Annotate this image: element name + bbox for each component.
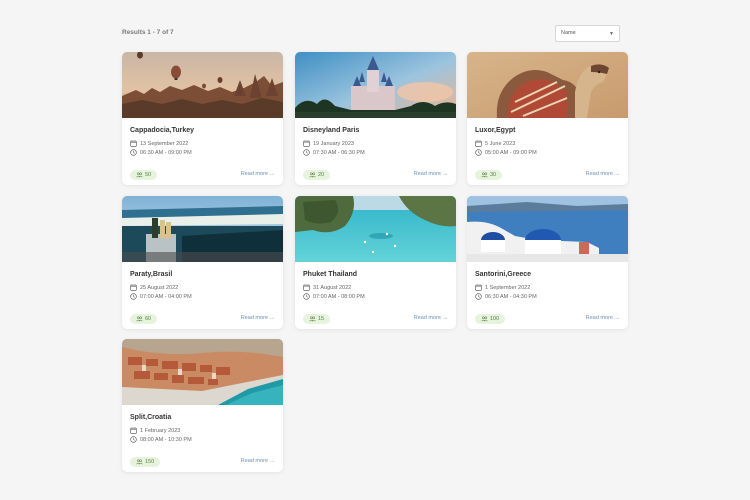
tour-date: 31 August 2022 [303,284,351,291]
tour-title[interactable]: Luxor,Egypt [475,127,515,134]
capacity-badge: 100 [475,314,506,324]
results-toolbar: Results 1 - 7 of 7 Name ▼ [122,25,628,42]
tour-date: 25 August 2022 [130,284,178,291]
read-more-link[interactable]: Read more → [586,171,620,177]
read-more-link[interactable]: Read more → [414,171,448,177]
calendar-icon [130,427,137,434]
capacity-value: 150 [145,459,155,465]
capacity-badge: 50 [130,170,158,180]
capacity-badge: 60 [130,314,158,324]
tour-date: 5 June 2023 [475,140,515,147]
calendar-icon [303,284,310,291]
users-icon [481,172,488,178]
tour-date: 1 February 2023 [130,427,180,434]
tour-date-text: 1 September 2022 [485,284,531,291]
read-more-link[interactable]: Read more → [414,315,448,321]
calendar-icon [475,140,482,147]
tour-time-text: 07:00 AM - 08:00 PM [313,293,365,300]
tour-card-phuket-thailand[interactable]: Phuket Thailand 31 August 2022 07:00 AM … [295,196,456,329]
tour-time: 06:30 AM - 04:30 PM [475,293,537,300]
users-icon [481,316,488,322]
capacity-badge: 15 [303,314,331,324]
tour-title[interactable]: Paraty,Brasil [130,271,172,278]
tour-date: 19 January 2023 [303,140,354,147]
tour-time: 08:00 AM - 10:30 PM [130,436,192,443]
tour-title[interactable]: Cappadocia,Turkey [130,127,194,134]
tour-card-cappadocia[interactable]: Cappadocia,Turkey 13 September 2022 06:3… [122,52,283,185]
tour-photo[interactable] [122,339,283,405]
read-more-link[interactable]: Read more → [586,315,620,321]
clock-icon [130,149,137,156]
tour-title[interactable]: Disneyland Paris [303,127,359,134]
tour-photo[interactable] [295,196,456,262]
tour-date: 13 September 2022 [130,140,188,147]
tour-time: 07:30 AM - 06:30 PM [303,149,365,156]
results-count: Results 1 - 7 of 7 [122,29,174,36]
tour-card-santorini-greece[interactable]: Santorini,Greece 1 September 2022 06:30 … [467,196,628,329]
tour-title[interactable]: Phuket Thailand [303,271,357,278]
tour-time: 06:30 AM - 09:00 PM [130,149,192,156]
clock-icon [303,149,310,156]
chevron-down-icon: ▼ [609,31,614,37]
clock-icon [475,149,482,156]
capacity-badge: 20 [303,170,331,180]
clock-icon [303,293,310,300]
users-icon [309,172,316,178]
clock-icon [130,293,137,300]
tour-time-text: 07:30 AM - 06:30 PM [313,149,365,156]
sort-select[interactable]: Name ▼ [555,25,620,42]
tour-photo[interactable] [467,196,628,262]
tour-time-text: 05:00 AM - 09:00 PM [485,149,537,156]
calendar-icon [475,284,482,291]
capacity-value: 20 [318,172,325,178]
users-icon [309,316,316,322]
users-icon [136,459,143,465]
capacity-value: 100 [490,316,500,322]
capacity-value: 15 [318,316,325,322]
tour-title[interactable]: Santorini,Greece [475,271,531,278]
read-more-link[interactable]: Read more → [241,171,275,177]
capacity-value: 50 [145,172,152,178]
calendar-icon [130,140,137,147]
tour-date: 1 September 2022 [475,284,530,291]
tour-card-paraty-brasil[interactable]: Paraty,Brasil 25 August 2022 07:00 AM - … [122,196,283,329]
tour-time: 07:00 AM - 08:00 PM [303,293,365,300]
tour-photo[interactable] [295,52,456,118]
tour-time: 05:00 AM - 09:00 PM [475,149,537,156]
clock-icon [130,436,137,443]
tour-date-text: 1 February 2023 [140,427,181,434]
tour-time-text: 08:00 AM - 10:30 PM [140,436,192,443]
read-more-link[interactable]: Read more → [241,315,275,321]
tour-time: 07:00 AM - 04:00 PM [130,293,192,300]
read-more-link[interactable]: Read more → [241,458,275,464]
capacity-badge: 30 [475,170,503,180]
clock-icon [475,293,482,300]
calendar-icon [303,140,310,147]
tour-card-split-croatia[interactable]: Split,Croatia 1 February 2023 08:00 AM -… [122,339,283,472]
tour-photo[interactable] [122,52,283,118]
tour-time-text: 07:00 AM - 04:00 PM [140,293,192,300]
tour-date-text: 13 September 2022 [140,140,189,147]
users-icon [136,316,143,322]
tour-date-text: 5 June 2023 [485,140,516,147]
capacity-badge: 150 [130,457,161,467]
capacity-value: 60 [145,316,152,322]
tour-card-disneyland-paris[interactable]: Disneyland Paris 19 January 2023 07:30 A… [295,52,456,185]
tour-card-luxor-egypt[interactable]: Luxor,Egypt 5 June 2023 05:00 AM - 09:00… [467,52,628,185]
tour-title[interactable]: Split,Croatia [130,414,171,421]
tour-time-text: 06:30 AM - 09:00 PM [140,149,192,156]
tour-date-text: 31 August 2022 [313,284,352,291]
users-icon [136,172,143,178]
calendar-icon [130,284,137,291]
tour-photo[interactable] [467,52,628,118]
tour-photo[interactable] [122,196,283,262]
tour-date-text: 19 January 2023 [313,140,354,147]
tour-time-text: 06:30 AM - 04:30 PM [485,293,537,300]
capacity-value: 30 [490,172,497,178]
tour-date-text: 25 August 2022 [140,284,179,291]
sort-select-value: Name [561,30,576,36]
